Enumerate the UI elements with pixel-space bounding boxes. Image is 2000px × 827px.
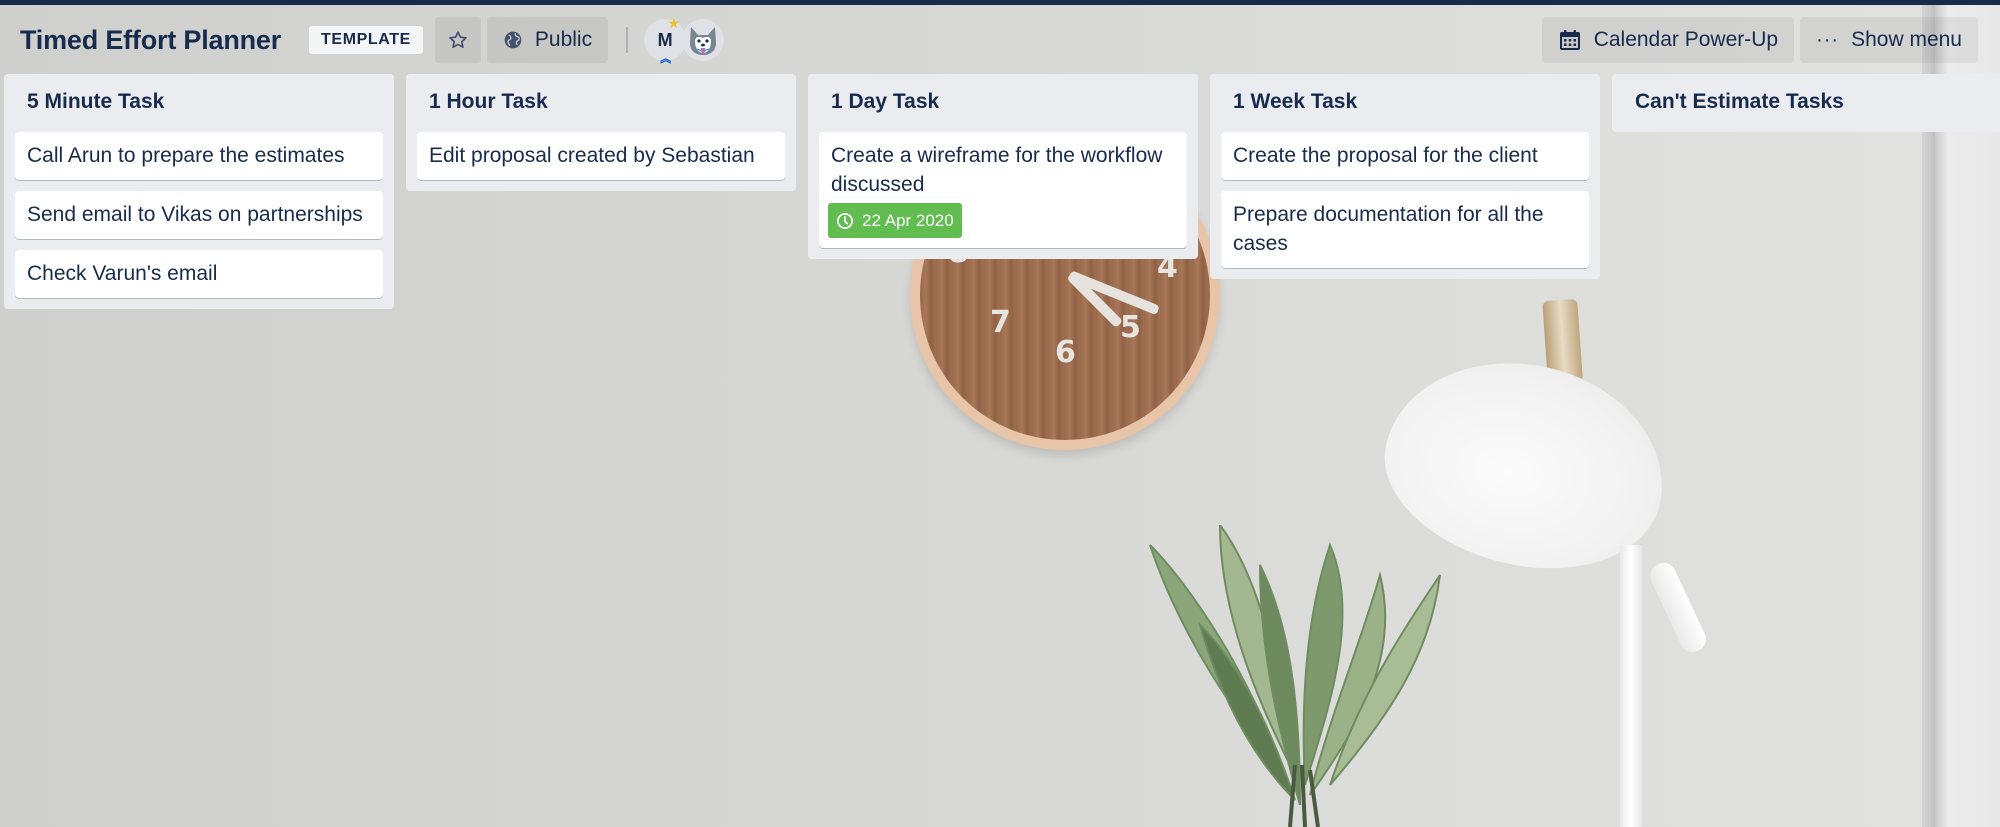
card[interactable]: Call Arun to prepare the estimates (15, 132, 383, 180)
list-title[interactable]: Can't Estimate Tasks (1623, 74, 1991, 132)
calendar-power-up-button[interactable]: Calendar Power-Up (1541, 17, 1795, 63)
globe-icon (503, 30, 523, 50)
board-title[interactable]: Timed Effort Planner (20, 25, 281, 56)
board-members: M ★ ︽ (644, 15, 725, 65)
show-menu-button[interactable]: ··· Show menu (1800, 17, 1978, 63)
star-icon (448, 30, 468, 50)
lamp-pole-image (1620, 545, 1642, 827)
clock-icon (836, 212, 854, 230)
due-date-badge[interactable]: 22 Apr 2020 (828, 203, 962, 238)
lamp-handle-image (1646, 558, 1710, 657)
member-avatar-m[interactable]: M ★ ︽ (644, 15, 687, 65)
list-title[interactable]: 5 Minute Task (15, 74, 383, 132)
card[interactable]: Prepare documentation for all the cases (1221, 191, 1589, 268)
plant-image (1149, 525, 1441, 827)
list-1-week-task: 1 Week Task Create the proposal for the … (1210, 74, 1600, 279)
card[interactable]: Create a wireframe for the workflow disc… (819, 132, 1187, 248)
visibility-button[interactable]: Public (486, 17, 609, 63)
star-board-button[interactable] (434, 17, 481, 63)
card[interactable]: Create the proposal for the client (1221, 132, 1589, 180)
calendar-icon (1558, 28, 1582, 52)
list-title[interactable]: 1 Week Task (1221, 74, 1589, 132)
calendar-power-up-label: Calendar Power-Up (1593, 28, 1779, 51)
show-menu-label: Show menu (1851, 28, 1962, 51)
husky-icon (690, 27, 717, 55)
board-lists: 5 Minute Task Call Arun to prepare the e… (4, 74, 2000, 309)
member-initials: M (657, 29, 673, 50)
card-title: Create a wireframe for the workflow disc… (831, 144, 1163, 196)
list-title[interactable]: 1 Day Task (819, 74, 1187, 132)
more-dots-icon: ··· (1816, 28, 1840, 51)
header-right-actions: Calendar Power-Up ··· Show menu (1541, 17, 1984, 63)
list-cant-estimate-tasks: Can't Estimate Tasks (1612, 74, 2000, 132)
card[interactable]: Send email to Vikas on partnerships (15, 191, 383, 239)
list-title[interactable]: 1 Hour Task (417, 74, 785, 132)
card[interactable]: Edit proposal created by Sebastian (417, 132, 785, 180)
template-badge: TEMPLATE (309, 26, 423, 54)
list-1-day-task: 1 Day Task Create a wireframe for the wo… (808, 74, 1198, 259)
member-avatar-husky[interactable] (682, 19, 725, 61)
due-date-label: 22 Apr 2020 (862, 211, 954, 230)
list-5-minute-task: 5 Minute Task Call Arun to prepare the e… (4, 74, 394, 309)
visibility-label: Public (534, 28, 593, 51)
admin-chevron-icon: ︽ (660, 53, 672, 65)
crown-icon: ★ (667, 15, 681, 31)
header-divider (626, 27, 629, 53)
list-1-hour-task: 1 Hour Task Edit proposal created by Seb… (406, 74, 796, 191)
card[interactable]: Check Varun's email (15, 250, 383, 298)
board-header: Timed Effort Planner TEMPLATE Public M ★… (0, 5, 2000, 75)
